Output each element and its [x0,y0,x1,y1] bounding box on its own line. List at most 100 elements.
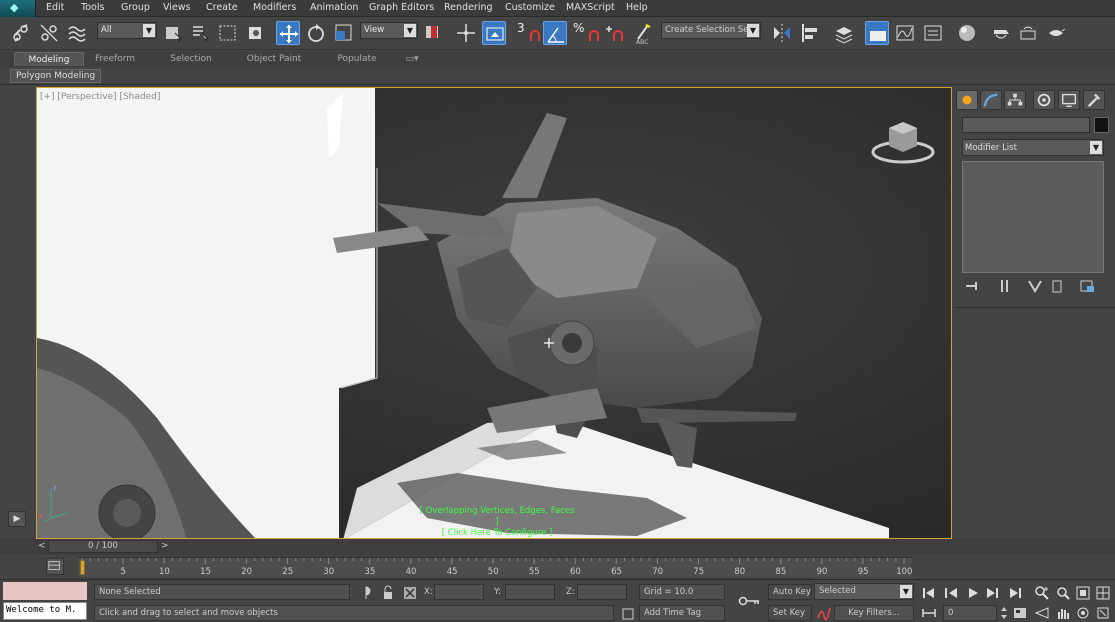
frame-spinner-icon[interactable] [999,605,1009,621]
z-coordinate-field[interactable] [577,584,627,600]
auto-key-button[interactable]: Auto Key [768,584,812,600]
named-selection-set-dropdown[interactable]: Create Selection Se ▼ [661,22,761,39]
perspective-viewport[interactable]: x z [+] [Perspective] [Shaded] [ Overlap… [36,87,952,539]
select-manipulate-icon[interactable] [454,21,478,45]
key-tangent-icon[interactable] [816,605,832,621]
remove-modifier-icon[interactable] [1047,277,1067,295]
viewport-label[interactable]: [+] [Perspective] [Shaded] [40,92,160,102]
set-key-button[interactable]: Set Key [768,605,812,621]
select-object-icon[interactable] [161,21,185,45]
menu-animation[interactable]: Animation [310,2,358,15]
timeline-track[interactable]: 5 10 15 20 25 30 35 40 45 50 55 60 65 70 75 80 85 90 95 100 [78,557,912,577]
maxscript-mini-listener-top[interactable] [3,582,87,600]
menu-rendering[interactable]: Rendering [444,2,493,15]
play-icon[interactable]: ▶ [8,511,26,527]
modifier-list-dropdown[interactable]: Modifier List ▼ [962,139,1104,156]
track-bar[interactable]: 5 10 15 20 25 30 35 40 45 50 55 60 65 70 75 80 85 90 95 100 [0,555,1115,579]
select-and-scale-icon[interactable] [332,21,356,45]
field-of-view-icon[interactable] [1034,605,1050,621]
x-coordinate-field[interactable] [434,584,484,600]
snaps-toggle-icon[interactable] [523,21,540,45]
selection-filter-dropdown[interactable]: All ▼ [97,22,157,39]
zoom-all-icon[interactable] [1055,585,1071,601]
key-icon[interactable] [738,593,762,609]
curve-editor-icon[interactable] [893,21,917,45]
menu-help[interactable]: Help [626,2,648,15]
angle-snap-icon[interactable] [543,21,567,45]
menu-graph-editors[interactable]: Graph Editors [369,2,434,15]
render-setup-icon[interactable] [989,21,1013,45]
modifier-stack[interactable] [962,161,1104,273]
material-editor-icon[interactable] [955,21,979,45]
modify-tab-icon[interactable] [980,90,1002,110]
polygon-modeling-panel[interactable]: Polygon Modeling [10,69,102,83]
select-and-move-icon[interactable] [276,21,300,45]
menu-edit[interactable]: Edit [46,2,64,15]
pivot-center-icon[interactable] [422,21,446,45]
go-to-end-icon[interactable] [1007,585,1023,601]
add-time-tag-button[interactable]: Add Time Tag [639,605,725,621]
orbit-icon[interactable] [1075,605,1091,621]
time-slider[interactable]: 0 / 100 [48,540,158,553]
show-end-result-icon[interactable] [995,277,1015,295]
menu-modifiers[interactable]: Modifiers [253,2,296,15]
ribbon-options-icon[interactable]: ▭▾ [400,52,424,66]
display-tab-icon[interactable] [1058,90,1080,110]
go-to-start-icon[interactable] [921,585,937,601]
configure-modifier-sets-icon[interactable] [1077,277,1097,295]
make-unique-icon[interactable] [1025,277,1045,295]
absolute-mode-icon[interactable] [402,585,418,601]
tab-modeling[interactable]: Modeling [14,52,84,66]
pin-stack-icon[interactable] [963,277,983,295]
tab-selection[interactable]: Selection [160,52,222,66]
xview-overlay-line2[interactable]: [ Click Here To Configure ] [417,528,577,538]
xview-overlay[interactable]: [ Overlapping Vertices, Edges, Faces ] [… [417,506,577,538]
window-crossing-icon[interactable] [244,21,268,45]
select-and-rotate-icon[interactable] [304,21,328,45]
menu-tools[interactable]: Tools [81,2,104,15]
current-frame-field[interactable]: 0 [943,605,997,621]
motion-tab-icon[interactable] [1033,90,1055,110]
spinner-snap-icon[interactable] [602,21,624,45]
render-production-icon[interactable] [1044,21,1068,45]
zoom-icon[interactable] [1034,585,1050,601]
menu-views[interactable]: Views [163,2,191,15]
next-frame-button-icon[interactable] [985,585,1001,601]
mini-curve-editor-icon[interactable] [46,558,64,575]
previous-frame-button-icon[interactable] [943,585,959,601]
schematic-view-icon[interactable] [921,21,945,45]
isolate-selection-icon[interactable] [358,585,374,601]
next-frame-icon[interactable]: > [161,541,169,551]
hierarchy-tab-icon[interactable] [1004,90,1026,110]
menu-maxscript[interactable]: MAXScript [566,2,615,15]
utilities-tab-icon[interactable] [1083,90,1105,110]
menu-group[interactable]: Group [121,2,150,15]
zoom-extents-icon[interactable] [1075,585,1091,601]
create-tab-icon[interactable] [956,90,978,110]
select-by-name-icon[interactable] [188,21,212,45]
rendered-frame-window-icon[interactable] [1016,21,1040,45]
time-marker[interactable] [80,560,85,575]
percent-snap-icon[interactable] [582,21,599,45]
maxscript-listener[interactable]: Welcome to M. [3,602,87,620]
maximize-viewport-icon[interactable] [1095,605,1111,621]
previous-frame-icon[interactable]: < [38,541,46,551]
bind-space-warp-icon[interactable] [65,21,89,45]
unlink-icon[interactable] [37,21,61,45]
mirror-icon[interactable] [770,21,794,45]
key-filters-button[interactable]: Key Filters... [834,605,914,621]
key-mode-dropdown[interactable]: Selected ▼ [814,583,914,600]
pan-view-icon[interactable] [1055,605,1071,621]
y-coordinate-field[interactable] [505,584,555,600]
layer-manager-icon[interactable] [832,21,856,45]
link-icon[interactable] [9,21,33,45]
reference-coordinate-dropdown[interactable]: View ▼ [360,22,418,39]
time-configuration-icon[interactable] [1012,605,1028,621]
lock-selection-icon[interactable] [380,585,396,601]
play-animation-icon[interactable] [965,585,981,601]
time-tag-icon[interactable] [620,606,636,622]
object-name-field[interactable] [962,117,1090,133]
align-icon[interactable] [798,21,822,45]
menu-create[interactable]: Create [206,2,238,15]
application-button[interactable]: ◆ [0,0,36,17]
